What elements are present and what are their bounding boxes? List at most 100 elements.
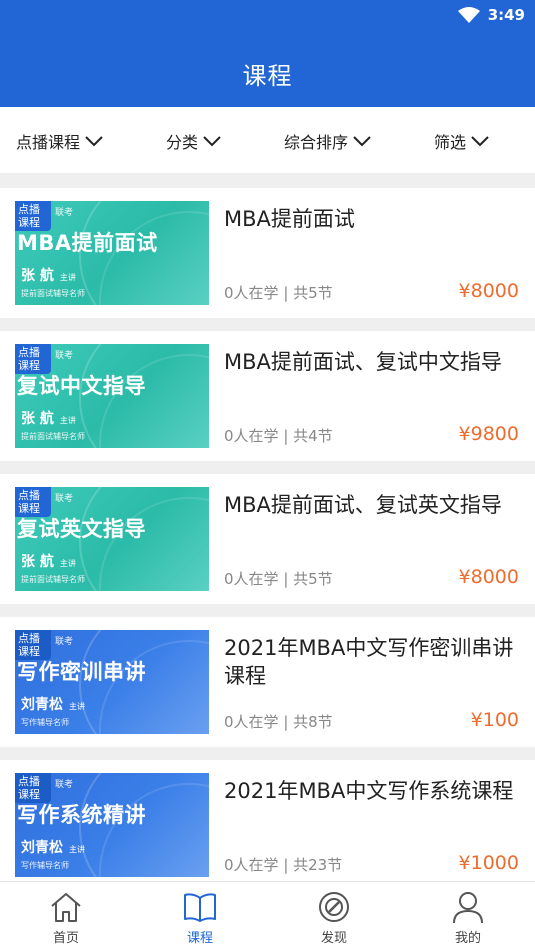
- thumb-exam: 联考: [55, 351, 74, 361]
- status-bar: 3:49: [457, 4, 525, 26]
- course-type-badge: 点播课程: [15, 487, 51, 517]
- course-thumbnail: 点播课程 联考 MBA提前面试 张 航主讲 提前面试辅导名师: [15, 201, 209, 305]
- chevron-down-icon: [203, 136, 221, 147]
- course-sessions: 共5节: [293, 570, 333, 588]
- course-title: MBA提前面试、复试中文指导: [224, 350, 502, 374]
- chevron-down-icon: [85, 136, 103, 147]
- course-price: ¥8000: [458, 280, 519, 302]
- course-title: MBA提前面试: [224, 207, 355, 231]
- course-card[interactable]: 点播课程 联考 MBA提前面试 张 航主讲 提前面试辅导名师 MBA提前面试 0…: [0, 188, 535, 318]
- course-thumbnail: 点播课程 联考 复试英文指导 张 航主讲 提前面试辅导名师: [15, 487, 209, 591]
- chevron-down-icon: [353, 136, 371, 147]
- filter-bar: 点播课程 分类 综合排序 筛选: [0, 107, 535, 173]
- course-meta: 0人在学 | 共5节: [224, 284, 333, 302]
- tab-mine[interactable]: 我的: [428, 890, 508, 946]
- thumb-teacher: 刘青松 主讲: [21, 837, 85, 857]
- course-type-badge: 点播课程: [15, 773, 51, 803]
- tab-home[interactable]: 首页: [26, 890, 106, 946]
- filter-course-type[interactable]: 点播课程: [16, 129, 104, 153]
- filter-label: 分类: [166, 133, 199, 152]
- course-meta: 0人在学 | 共23节: [224, 856, 343, 874]
- thumb-exam: 联考: [55, 208, 74, 218]
- thumb-tagline: 提前面试辅导名师: [21, 432, 85, 441]
- thumb-teacher: 刘青松 主讲: [21, 694, 85, 714]
- thumb-teacher: 张 航主讲: [21, 265, 76, 285]
- thumb-teacher: 张 航主讲: [21, 408, 76, 428]
- course-type-badge: 点播课程: [15, 630, 51, 660]
- course-card[interactable]: 点播课程 联考 写作密训串讲 刘青松 主讲 写作辅导名师 2021年MBA中文写作…: [0, 617, 535, 747]
- tab-courses[interactable]: 课程: [160, 890, 240, 946]
- course-type-badge: 点播课程: [15, 201, 51, 231]
- thumb-tagline: 写作辅导名师: [21, 861, 69, 870]
- chevron-down-icon: [471, 136, 489, 147]
- course-meta: 0人在学 | 共5节: [224, 570, 333, 588]
- course-card[interactable]: 点播课程 联考 复试英文指导 张 航主讲 提前面试辅导名师 MBA提前面试、复试…: [0, 474, 535, 604]
- thumb-teacher-name: 张 航: [21, 411, 54, 427]
- course-sessions: 共23节: [293, 856, 343, 874]
- wifi-icon: [457, 7, 480, 23]
- thumb-exam: 联考: [55, 637, 74, 647]
- thumb-exam: 联考: [55, 494, 74, 504]
- course-price: ¥8000: [458, 566, 519, 588]
- thumb-tagline: 写作辅导名师: [21, 718, 69, 727]
- thumb-teacher-role: 主讲: [59, 416, 76, 425]
- course-students: 0人在学: [224, 713, 279, 731]
- thumb-teacher-role: 主讲: [69, 845, 85, 854]
- thumb-tagline: 提前面试辅导名师: [21, 289, 85, 298]
- bottom-tab-bar: 首页 课程 发现 我的: [0, 881, 535, 951]
- course-title: MBA提前面试、复试英文指导: [224, 493, 502, 517]
- course-students: 0人在学: [224, 427, 279, 445]
- course-type-badge: 点播课程: [15, 344, 51, 374]
- thumb-headline: 写作系统精讲: [17, 803, 146, 827]
- thumb-teacher-name: 张 航: [21, 268, 54, 284]
- user-icon: [453, 892, 483, 924]
- home-icon: [51, 893, 81, 922]
- course-students: 0人在学: [224, 284, 279, 302]
- course-meta: 0人在学 | 共8节: [224, 713, 333, 731]
- tab-label: 课程: [186, 931, 213, 946]
- course-card[interactable]: 点播课程 联考 写作系统精讲 刘青松 主讲 写作辅导名师 2021年MBA中文写作…: [0, 760, 535, 890]
- course-meta: 0人在学 | 共4节: [224, 427, 333, 445]
- course-sessions: 共4节: [293, 427, 333, 445]
- page-title: 课程: [242, 62, 293, 90]
- filter-sort[interactable]: 综合排序: [284, 129, 372, 153]
- thumb-teacher-role: 主讲: [69, 702, 85, 711]
- course-title: 2021年MBA中文写作系统课程: [224, 779, 514, 803]
- filter-label: 综合排序: [284, 133, 349, 152]
- status-time: 3:49: [487, 6, 525, 24]
- filter-category[interactable]: 分类: [166, 129, 222, 153]
- filter-label: 点播课程: [16, 133, 81, 152]
- course-students: 0人在学: [224, 570, 279, 588]
- tab-label: 发现: [320, 931, 347, 946]
- thumb-teacher-name: 张 航: [21, 554, 54, 570]
- thumb-teacher: 张 航主讲: [21, 551, 76, 571]
- course-price: ¥100: [470, 709, 519, 731]
- thumb-headline: 复试英文指导: [17, 517, 146, 541]
- filter-label: 筛选: [434, 133, 467, 152]
- thumb-exam: 联考: [55, 780, 74, 790]
- course-thumbnail: 点播课程 联考 写作系统精讲 刘青松 主讲 写作辅导名师: [15, 773, 209, 877]
- thumb-teacher-name: 刘青松: [21, 840, 63, 856]
- course-thumbnail: 点播课程 联考 写作密训串讲 刘青松 主讲 写作辅导名师: [15, 630, 209, 734]
- thumb-headline: 写作密训串讲: [17, 660, 146, 684]
- course-students: 0人在学: [224, 856, 279, 874]
- top-bar: 3:49 课程: [0, 0, 535, 107]
- course-price: ¥9800: [458, 423, 519, 445]
- thumb-headline: MBA提前面试: [17, 231, 158, 255]
- course-title: 2021年MBA中文写作密训串讲课程: [224, 636, 514, 688]
- thumb-teacher-role: 主讲: [59, 273, 76, 282]
- tab-label: 首页: [52, 931, 79, 946]
- course-price: ¥1000: [458, 852, 519, 874]
- filter-screen[interactable]: 筛选: [434, 129, 490, 153]
- course-list: 点播课程 联考 MBA提前面试 张 航主讲 提前面试辅导名师 MBA提前面试 0…: [0, 188, 535, 903]
- thumb-teacher-name: 刘青松: [21, 697, 63, 713]
- course-sessions: 共5节: [293, 284, 333, 302]
- thumb-teacher-role: 主讲: [59, 559, 76, 568]
- course-card[interactable]: 点播课程 联考 复试中文指导 张 航主讲 提前面试辅导名师 MBA提前面试、复试…: [0, 331, 535, 461]
- tab-discover[interactable]: 发现: [294, 890, 374, 946]
- thumb-headline: 复试中文指导: [17, 374, 146, 398]
- book-icon: [184, 893, 216, 922]
- course-thumbnail: 点播课程 联考 复试中文指导 张 航主讲 提前面试辅导名师: [15, 344, 209, 448]
- course-sessions: 共8节: [293, 713, 333, 731]
- thumb-tagline: 提前面试辅导名师: [21, 575, 85, 584]
